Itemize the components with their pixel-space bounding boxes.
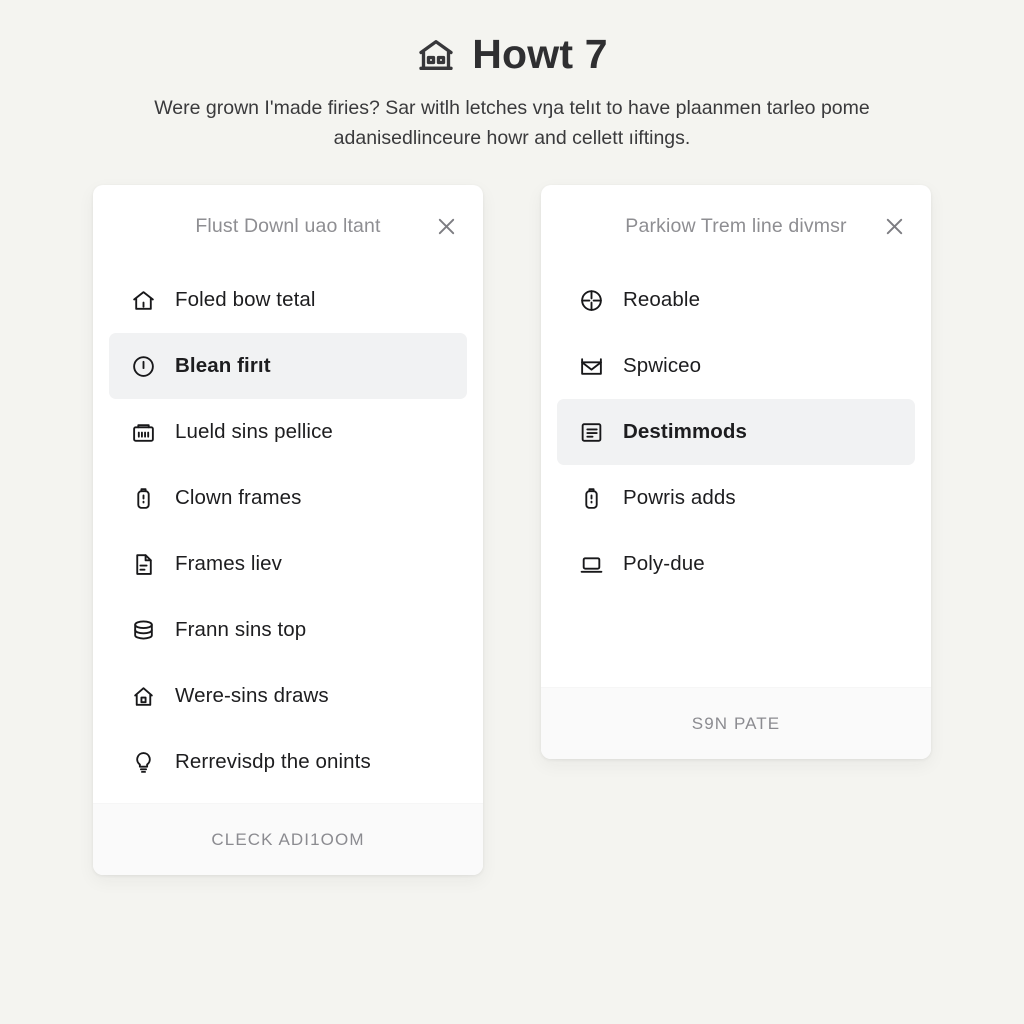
list-item[interactable]: Reoable [557,267,915,333]
list-item[interactable]: Blean firıt [109,333,467,399]
list-item[interactable]: Poly-due [557,531,915,597]
home-door-icon [131,684,156,709]
article-icon [579,420,604,445]
crosshair-icon [579,288,604,313]
list-item[interactable]: Lueld sins pellice [109,399,467,465]
left-panel-header: Flust Downl uao ltant [93,185,483,267]
list-item[interactable]: Frann sins top [109,597,467,663]
list-item-label: Blean firıt [175,354,271,377]
left-panel-card: Flust Downl uao ltant Foled bow tetal Bl… [93,185,483,875]
right-panel-card: Parkiow Trem line divmsr Reoable Spwiceo… [541,185,931,759]
right-panel-list: Reoable Spwiceo Destimmods Powris adds P… [541,267,931,597]
title-row: Howt 7 [0,34,1024,75]
list-item[interactable]: Were-sins draws [109,663,467,729]
list-item-label: Spwiceo [623,354,702,377]
list-item[interactable]: Spwiceo [557,333,915,399]
list-item-label: Clown frames [175,486,302,509]
list-item[interactable]: Foled bow tetal [109,267,467,333]
page-title: Howt 7 [472,31,608,77]
bank-building-icon [416,35,456,75]
left-panel-footer-label: CLECK ADI1OOM [211,829,365,849]
list-item-label: Frames liev [175,552,283,575]
left-panel-list: Foled bow tetal Blean firıt Lueld sins p… [93,267,483,803]
right-panel-spacer [541,597,931,687]
page-subtitle: Were grown I'made firies? Sar witlh letc… [154,97,870,149]
document-icon [131,552,156,577]
right-panel-title: Parkiow Trem line divmsr [625,214,847,237]
list-item-label: Powris adds [623,486,736,509]
list-item-label: Poly-due [623,552,705,575]
list-item[interactable]: Powris adds [557,465,915,531]
list-item-label: Were-sins draws [175,684,329,707]
list-item[interactable]: Frames liev [109,531,467,597]
right-panel-footer-button[interactable]: S9N PATE [541,687,931,759]
list-item-label: Lueld sins pellice [175,420,333,443]
left-panel-title: Flust Downl uao ltant [195,214,381,237]
lightbulb-icon [131,750,156,775]
close-icon[interactable] [879,211,909,241]
left-panel-footer-button[interactable]: CLECK ADI1OOM [93,803,483,875]
battery-tag-icon [579,486,604,511]
list-item-label: Destimmods [623,420,748,443]
list-item-label: Foled bow tetal [175,288,316,311]
list-item[interactable]: Destimmods [557,399,915,465]
list-item-label: Frann sins top [175,618,307,641]
close-icon[interactable] [431,211,461,241]
list-item[interactable]: Clown frames [109,465,467,531]
list-item-label: Rerrevisdp the onints [175,750,371,773]
page-header: Howt 7 Were grown I'made firies? Sar wit… [0,0,1024,153]
info-circle-icon [131,354,156,379]
list-item[interactable]: Rerrevisdp the onints [109,729,467,795]
list-item-label: Reoable [623,288,701,311]
briefcase-icon [131,420,156,445]
laptop-icon [579,552,604,577]
database-icon [131,618,156,643]
cards-container: Flust Downl uao ltant Foled bow tetal Bl… [0,185,1024,875]
home-icon [131,288,156,313]
right-panel-header: Parkiow Trem line divmsr [541,185,931,267]
envelope-icon [579,354,604,379]
right-panel-footer-label: S9N PATE [691,713,781,733]
battery-tag-icon [131,486,156,511]
